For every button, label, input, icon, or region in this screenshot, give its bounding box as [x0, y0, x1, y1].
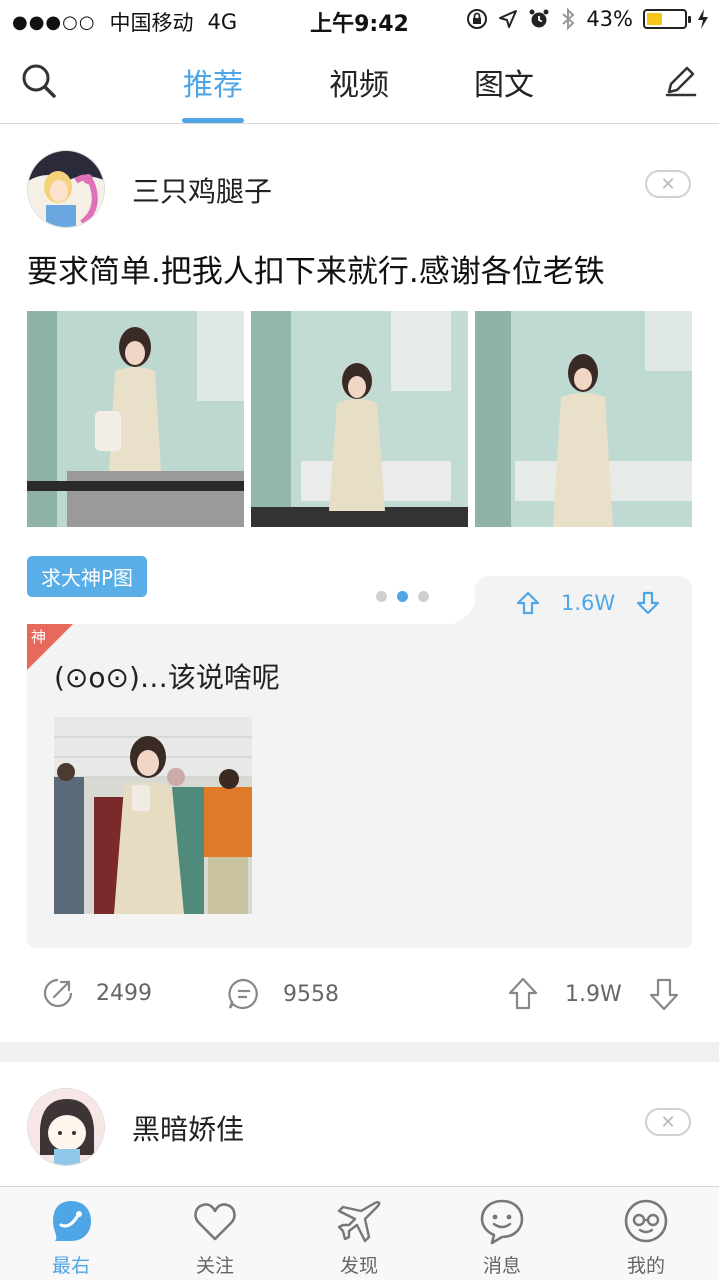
tab-recommend[interactable]: 推荐 [183, 60, 243, 104]
status-right: 43% [466, 7, 709, 31]
post-title[interactable]: 要求简单.把我人扣下来就行.感谢各位老铁 [27, 246, 605, 291]
profile-face-icon [624, 1199, 668, 1243]
post-author-avatar[interactable] [27, 1088, 105, 1166]
tab-follow[interactable]: 关注 [165, 1197, 265, 1278]
mirror-selfie-image [27, 311, 244, 527]
mirror-selfie-image [475, 311, 692, 527]
comment-button[interactable]: 9558 [227, 977, 339, 1011]
close-icon: ✕ [660, 173, 676, 195]
orientation-lock-icon [467, 9, 488, 29]
upvote-icon[interactable] [507, 977, 539, 1011]
post-photo-3[interactable] [475, 311, 692, 527]
alarm-clock-icon [529, 9, 549, 28]
post-photo-2[interactable] [251, 311, 468, 527]
tab-video[interactable]: 视频 [329, 60, 389, 104]
tab-label: 发现 [339, 1255, 378, 1277]
post-tag[interactable]: 求大神P图 [27, 556, 147, 597]
alice-avatar-image [28, 151, 104, 227]
share-button[interactable]: 2499 [42, 977, 152, 1009]
comment-icon [228, 978, 258, 1009]
mirror-selfie-image [251, 311, 468, 527]
tab-label: 最右 [51, 1255, 90, 1277]
location-arrow-icon [499, 10, 518, 28]
pager-dot [418, 591, 429, 602]
god-comment-text: (⊙o⊙)…该说啥呢 [54, 661, 280, 694]
god-comment-image[interactable] [54, 717, 252, 914]
dismiss-post-button[interactable]: ✕ [645, 1108, 691, 1136]
post-author-avatar[interactable] [27, 150, 105, 228]
battery-icon [643, 9, 691, 29]
post-actions: 2499 9558 1.9W [0, 977, 719, 1017]
compose-button[interactable] [663, 62, 699, 102]
downvote-icon[interactable] [635, 590, 661, 616]
post-author-name[interactable]: 黑暗娇佳 [132, 1108, 244, 1148]
pencil-icon [665, 66, 697, 97]
bottom-tab-bar: 最右 关注 发现 消息 我的 [0, 1186, 719, 1280]
close-icon: ✕ [660, 1111, 676, 1133]
top-nav: 推荐 视频 图文 [0, 40, 719, 124]
tab-label: 我的 [626, 1255, 665, 1277]
search-button[interactable] [20, 62, 58, 104]
tab-label: 消息 [482, 1255, 521, 1277]
post-photo-1[interactable] [27, 311, 244, 527]
card-tab-curve [440, 590, 480, 626]
god-comment-votes: 1.6W [515, 590, 661, 616]
post-vote-controls: 1.9W [507, 977, 680, 1011]
comment-count: 9558 [283, 981, 339, 1007]
share-count: 2499 [96, 980, 152, 1006]
zuiyou-logo-icon [53, 1201, 91, 1241]
charging-bolt-icon [698, 9, 708, 29]
tab-me[interactable]: 我的 [596, 1197, 696, 1278]
tab-discover[interactable]: 发现 [309, 1197, 409, 1278]
post-separator [0, 1042, 719, 1062]
upvote-icon[interactable] [515, 590, 541, 616]
tab-zuiyou[interactable]: 最右 [21, 1197, 121, 1278]
search-icon [22, 64, 56, 98]
god-comment-vote-count: 1.6W [561, 591, 616, 615]
battery-percent: 43% [586, 7, 633, 31]
god-badge-label: 神 [31, 628, 47, 646]
dismiss-post-button[interactable]: ✕ [645, 170, 691, 198]
airplane-icon [337, 1201, 381, 1243]
edited-photo-image [54, 717, 252, 914]
downvote-icon[interactable] [648, 977, 680, 1011]
tab-image-text[interactable]: 图文 [474, 60, 534, 104]
pager-dot-active [397, 591, 408, 602]
tab-messages[interactable]: 消息 [452, 1197, 552, 1278]
carousel-pager [376, 591, 429, 602]
chat-bubble-icon [480, 1199, 524, 1245]
post-author-name[interactable]: 三只鸡腿子 [132, 170, 272, 210]
share-icon [43, 978, 73, 1008]
heart-icon [194, 1203, 236, 1241]
pager-dot [376, 591, 387, 602]
post-vote-count: 1.9W [565, 981, 622, 1007]
active-tab-indicator [182, 118, 244, 123]
cartoon-girl-avatar-image [28, 1089, 104, 1165]
bluetooth-icon [562, 7, 575, 31]
status-bar: ●●●○○ 中国移动 4G 上午9:42 43% [0, 0, 719, 40]
tab-label: 关注 [195, 1255, 234, 1277]
